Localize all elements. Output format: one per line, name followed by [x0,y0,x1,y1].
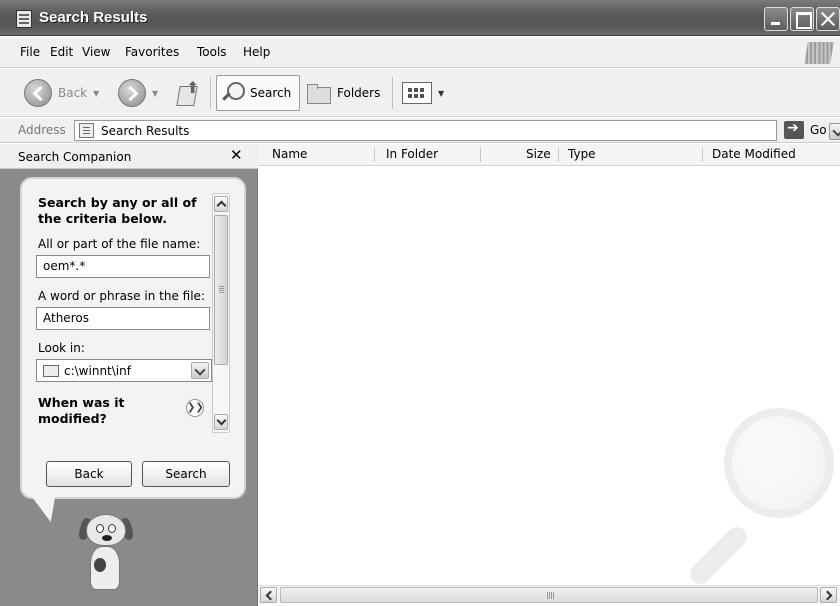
column-type[interactable]: Type [568,147,596,163]
up-folder-icon [176,78,202,106]
back-label: Back [58,86,88,100]
chevron-down-icon[interactable]: ▼ [152,89,158,98]
filename-label: All or part of the file name: [38,237,201,251]
address-field[interactable]: Search Results [74,120,840,141]
phrase-label: A word or phrase in the file: [38,289,205,303]
lookin-select[interactable]: c:\winnt\inf [36,359,212,382]
windows-logo [804,42,834,64]
address-label: Address [18,123,66,137]
magnifier-watermark-icon [668,408,838,588]
scroll-down-icon[interactable] [214,414,228,430]
search-criteria-bubble: Search by any or all of the criteria bel… [20,177,246,499]
criteria-title: Search by any or all of the criteria bel… [38,195,197,226]
menu-tools[interactable]: Tools [197,45,227,59]
lookin-value: c:\winnt\inf [64,364,131,378]
menu-file[interactable]: File [20,45,40,59]
folder-icon [43,365,59,377]
scroll-up-icon[interactable] [214,196,228,212]
scroll-left-icon[interactable] [260,587,277,603]
address-dropdown-icon[interactable] [829,123,840,140]
results-header: Name In Folder Size Type Date Modified [258,144,840,166]
back-arrow-icon [24,79,52,107]
menu-bar: File Edit View Favorites Tools Help [0,37,840,68]
title-bar: Search Results [0,0,840,36]
run-search-button[interactable]: Search [142,461,230,487]
horizontal-scrollbar[interactable] [258,585,840,603]
dog-eye [96,524,104,533]
chevron-down-icon: ▼ [438,88,445,98]
toolbar-separator [210,77,211,109]
chevron-down-icon[interactable] [191,362,209,379]
minimize-icon[interactable] [764,7,788,31]
dog-icon[interactable] [77,514,135,598]
go-button[interactable]: Go [810,123,827,137]
column-date-modified[interactable]: Date Modified [712,147,796,163]
menu-favorites[interactable]: Favorites [125,45,179,59]
views-button[interactable]: ▼ [402,75,444,111]
close-icon[interactable]: ✕ [230,146,243,164]
window-title: Search Results [39,9,148,26]
forward-button[interactable]: ▼ [118,75,158,111]
column-divider[interactable] [702,147,703,162]
go-arrow-icon[interactable] [784,120,804,139]
close-icon[interactable] [816,7,840,31]
folders-label: Folders [337,86,381,100]
lookin-label: Look in: [38,341,85,355]
panel-header: Search Companion ✕ [0,144,258,169]
dog-head [86,514,126,546]
scroll-thumb[interactable] [214,215,228,365]
phrase-input[interactable]: Atheros [36,307,210,330]
up-button[interactable] [176,75,202,111]
dog-spot [94,558,106,572]
views-icon [402,82,432,104]
menu-help[interactable]: Help [243,45,270,59]
column-in-folder[interactable]: In Folder [386,147,438,163]
folders-icon [306,82,332,104]
back-button[interactable]: Back ▼ [24,75,99,111]
address-page-icon [79,123,94,138]
watermark-lens [724,408,834,518]
panel-title: Search Companion [18,150,132,164]
column-divider[interactable] [558,147,559,162]
search-label: Search [250,86,292,100]
expand-icon[interactable]: ❯❯ [186,399,204,417]
menu-view[interactable]: View [82,45,110,59]
scroll-right-icon[interactable] [820,587,837,603]
chevron-down-icon[interactable]: ▼ [93,89,99,98]
column-name[interactable]: Name [272,147,307,163]
address-value: Search Results [101,124,190,138]
column-divider[interactable] [480,147,481,162]
panel-scrollbar[interactable] [212,193,230,433]
bubble-tail [31,496,65,522]
folders-button[interactable]: Folders [306,75,380,111]
back-search-button[interactable]: Back [46,461,132,487]
column-divider[interactable] [374,147,375,162]
address-bar: Address Search Results Go [0,118,840,143]
horizontal-scroll-thumb[interactable] [280,587,818,603]
toolbar: Back ▼ ▼ Search Folders ▼ [0,69,840,117]
toolbar-separator [392,77,393,109]
search-button[interactable]: Search [216,75,300,111]
column-size[interactable]: Size [526,147,551,163]
filename-input[interactable]: oem*.* [36,255,210,278]
search-icon [221,81,245,105]
dog-nose [102,535,112,541]
app-icon[interactable] [16,10,32,28]
forward-arrow-icon [118,79,146,107]
dog-eye [108,524,116,533]
maximize-icon[interactable] [790,7,814,31]
when-modified-label[interactable]: When was it modified? [38,395,158,427]
menu-edit[interactable]: Edit [50,45,73,59]
